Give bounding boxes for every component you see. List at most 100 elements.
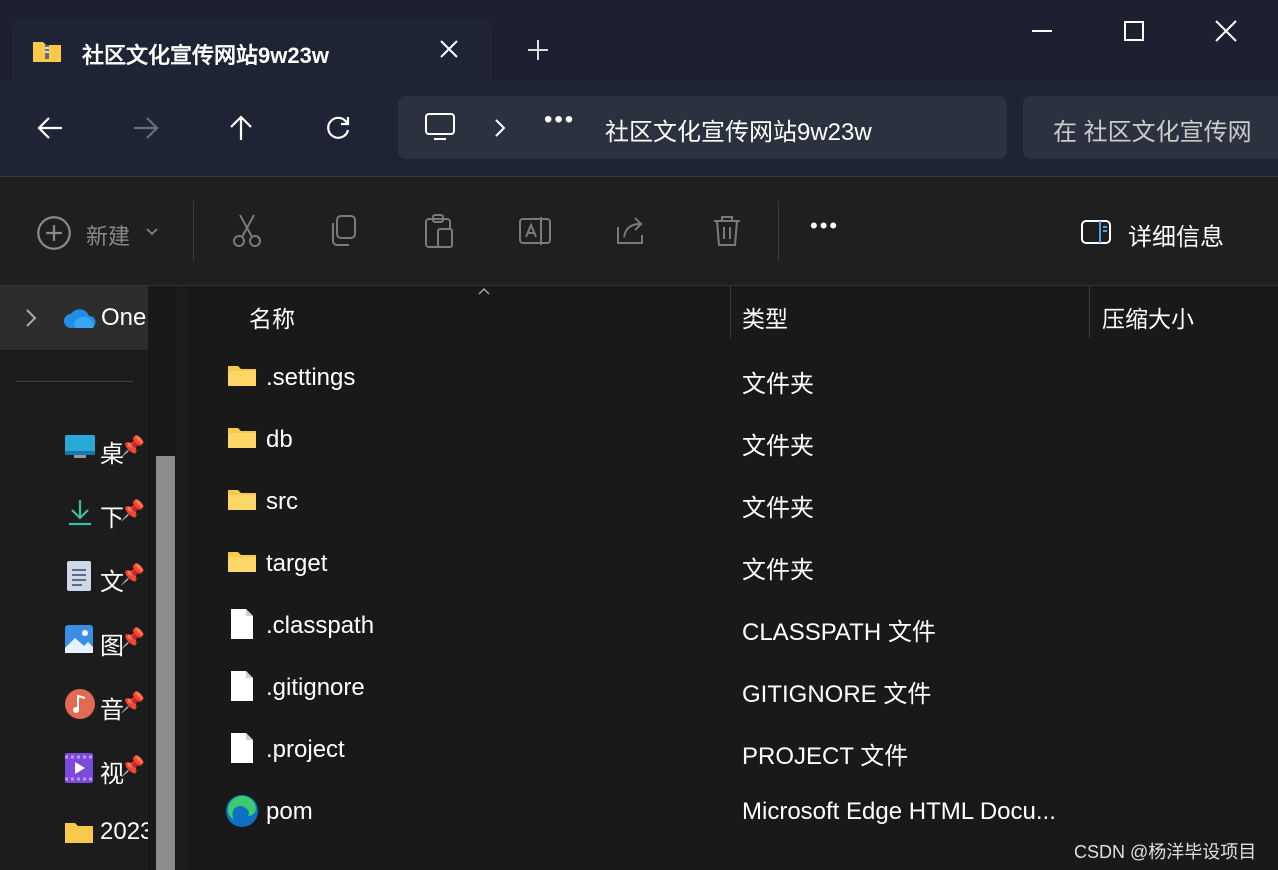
sort-ascending-icon <box>478 288 490 295</box>
close-tab-button[interactable] <box>432 32 466 66</box>
folder-icon <box>65 823 93 843</box>
music-icon <box>65 689 95 719</box>
close-icon <box>440 40 458 58</box>
file-row[interactable]: .gitignore GITIGNORE 文件 <box>187 658 1278 720</box>
file-name: .gitignore <box>266 674 365 701</box>
column-header-type[interactable]: 类型 <box>742 300 788 334</box>
file-row[interactable]: src 文件夹 <box>187 472 1278 534</box>
tab-title: 社区文化宣传网站9w23w <box>82 43 329 68</box>
sidebar-item-folder-2023[interactable]: 2023 <box>62 812 154 852</box>
refresh-icon <box>327 116 350 139</box>
minimize-button[interactable] <box>1020 12 1064 50</box>
file-type: 文件夹 <box>742 495 814 522</box>
pin-icon: 📌 <box>120 564 145 586</box>
arrow-right-icon <box>134 117 159 139</box>
sidebar-item-downloads[interactable]: 下 📌 <box>62 492 152 532</box>
sidebar-item-pictures[interactable]: 图 📌 <box>62 620 152 660</box>
file-row[interactable]: db 文件夹 <box>187 410 1278 472</box>
sidebar-item-videos[interactable]: 视 📌 <box>62 748 152 788</box>
search-box[interactable]: 在 社区文化宣传网 <box>1023 96 1278 159</box>
file-icon <box>231 671 253 701</box>
delete-icon[interactable] <box>709 213 745 249</box>
close-window-button[interactable] <box>1204 12 1248 50</box>
file-type: Microsoft Edge HTML Docu... <box>742 798 1056 825</box>
file-icon <box>231 733 253 763</box>
chevron-right-icon[interactable] <box>24 308 38 328</box>
sidebar-item-music[interactable]: 音 📌 <box>62 684 152 724</box>
folder-icon <box>228 366 256 386</box>
file-row[interactable]: .settings 文件夹 <box>187 348 1278 410</box>
sidebar-item-label: 2023 <box>100 818 154 845</box>
file-icon <box>231 609 253 639</box>
file-name: .settings <box>266 364 356 391</box>
sidebar-item-desktop[interactable]: 桌 📌 <box>62 428 152 468</box>
chevron-right-icon <box>495 119 506 137</box>
zip-folder-icon <box>33 42 61 62</box>
forward-button[interactable] <box>124 106 168 150</box>
column-divider[interactable] <box>1089 286 1090 338</box>
column-header-name[interactable]: 名称 <box>249 300 295 334</box>
close-icon <box>1215 20 1237 42</box>
active-tab[interactable]: 社区文化宣传网站9w23w <box>12 18 492 82</box>
title-bar: 社区文化宣传网站9w23w <box>0 0 1278 82</box>
rename-icon[interactable] <box>517 213 553 249</box>
plus-icon <box>528 40 548 60</box>
navigation-bar: ••• 社区文化宣传网站9w23w 在 社区文化宣传网 <box>0 80 1278 176</box>
search-placeholder: 在 社区文化宣传网 <box>1053 119 1252 146</box>
back-button[interactable] <box>28 106 72 150</box>
details-button[interactable]: 详细信息 <box>1128 217 1224 252</box>
refresh-button[interactable] <box>316 106 360 150</box>
details-pane-icon <box>1081 220 1111 244</box>
command-bar: 新建 ••• 详细信息 <box>0 177 1278 285</box>
column-divider[interactable] <box>730 286 731 338</box>
file-row[interactable]: pom Microsoft Edge HTML Docu... <box>187 782 1278 844</box>
file-name: target <box>266 550 328 577</box>
file-type: PROJECT 文件 <box>742 743 909 770</box>
divider <box>778 201 779 261</box>
file-type: CLASSPATH 文件 <box>742 619 936 646</box>
share-icon[interactable] <box>613 213 649 249</box>
file-type: 文件夹 <box>742 557 814 584</box>
plus-circle-icon <box>37 216 71 250</box>
file-type: 文件夹 <box>742 371 814 398</box>
file-type: 文件夹 <box>742 433 814 460</box>
sidebar-item-documents[interactable]: 文 📌 <box>62 556 152 596</box>
breadcrumb-current[interactable]: 社区文化宣传网站9w23w <box>605 112 872 147</box>
maximize-icon <box>1124 21 1144 41</box>
file-name: .classpath <box>266 612 375 639</box>
file-name: .project <box>266 736 345 763</box>
up-button[interactable] <box>219 106 263 150</box>
address-bar[interactable]: ••• 社区文化宣传网站9w23w <box>398 96 1007 159</box>
minimize-icon <box>1032 30 1052 32</box>
pictures-icon <box>65 625 93 653</box>
maximize-button[interactable] <box>1112 12 1156 50</box>
onedrive-cloud-icon <box>64 309 96 328</box>
videos-icon <box>65 753 93 783</box>
pin-icon: 📌 <box>120 692 145 714</box>
new-button[interactable]: 新建 <box>86 219 130 251</box>
file-name: db <box>266 426 293 453</box>
file-row[interactable]: target 文件夹 <box>187 534 1278 596</box>
scrollbar-thumb[interactable] <box>156 456 175 870</box>
divider <box>16 381 133 382</box>
desktop-icon <box>65 435 95 458</box>
documents-icon <box>67 561 91 591</box>
column-header-compressed-size[interactable]: 压缩大小 <box>1102 300 1194 334</box>
divider <box>193 201 194 261</box>
pin-icon: 📌 <box>120 500 145 522</box>
breadcrumb-overflow-button[interactable]: ••• <box>544 106 575 134</box>
new-tab-button[interactable] <box>520 32 556 68</box>
sidebar-item-onedrive[interactable]: One <box>0 286 148 350</box>
file-row[interactable]: .classpath CLASSPATH 文件 <box>187 596 1278 658</box>
computer-icon <box>425 113 455 140</box>
file-list: 名称 类型 压缩大小 .settings 文件夹 db 文件夹 src 文件夹 … <box>187 286 1278 870</box>
cut-icon[interactable] <box>229 213 265 249</box>
more-options-button[interactable]: ••• <box>810 213 839 239</box>
file-row[interactable]: .project PROJECT 文件 <box>187 720 1278 782</box>
file-type: GITIGNORE 文件 <box>742 681 932 708</box>
arrow-left-icon <box>37 117 62 139</box>
arrow-up-icon <box>230 115 252 140</box>
paste-icon[interactable] <box>421 213 457 249</box>
copy-icon[interactable] <box>326 213 362 249</box>
file-name: src <box>266 488 298 515</box>
